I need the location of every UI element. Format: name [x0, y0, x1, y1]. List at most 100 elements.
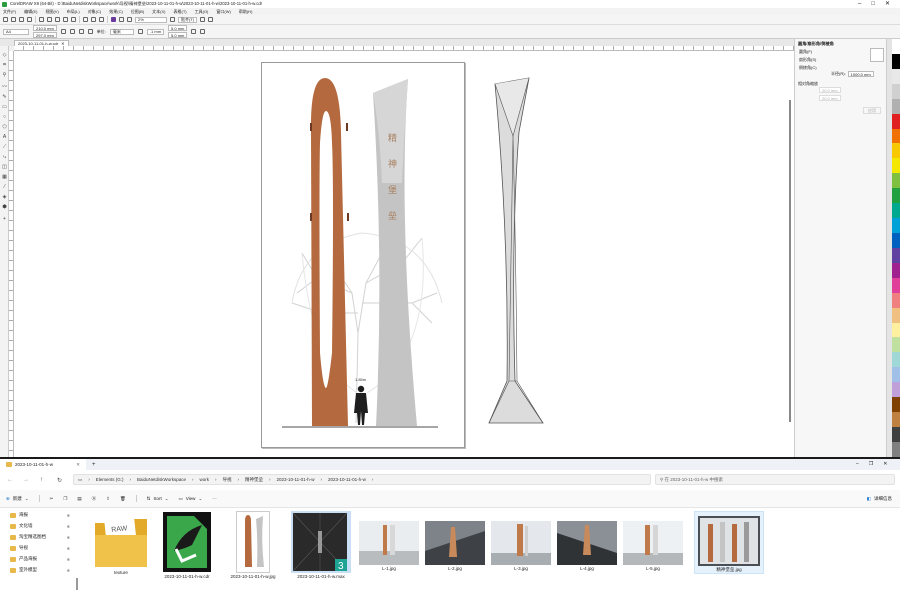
- nudge-field[interactable]: .1 mm: [146, 28, 165, 35]
- color-swatch[interactable]: [892, 307, 900, 323]
- sidebar-item-signage[interactable]: 导视 ✱: [10, 545, 74, 551]
- maximize-icon[interactable]: □: [871, 0, 875, 8]
- forward-arrow-icon[interactable]: →: [23, 477, 29, 483]
- breadcrumb-drive[interactable]: Elements (G:): [96, 477, 124, 482]
- close-tab-icon[interactable]: ✕: [76, 462, 80, 468]
- corner-field-2[interactable]: 20.0 mm: [819, 95, 841, 101]
- menu-object[interactable]: 对象(C): [88, 9, 102, 15]
- breadcrumb-signage[interactable]: 导视: [223, 477, 232, 483]
- paste-icon[interactable]: [55, 17, 60, 22]
- corel-connect-icon[interactable]: [111, 17, 116, 22]
- color-swatch[interactable]: [892, 203, 900, 219]
- menu-view[interactable]: 视图(V): [45, 9, 58, 15]
- sidebar-item-culture-wall[interactable]: 文化墙 ✱: [10, 523, 74, 529]
- view-button[interactable]: ▭ View ⌄: [178, 496, 202, 502]
- color-swatch[interactable]: [892, 173, 900, 189]
- breadcrumb-workspace[interactable]: BaiduNetdiskWorkspace: [137, 477, 186, 482]
- color-swatch[interactable]: [892, 218, 900, 233]
- color-swatch[interactable]: [892, 158, 900, 174]
- print-icon[interactable]: [27, 17, 32, 22]
- text-tool-icon[interactable]: A: [2, 135, 7, 140]
- treat-as-filled-icon[interactable]: [191, 29, 197, 34]
- color-swatch[interactable]: [892, 367, 900, 383]
- options-gear-icon[interactable]: [200, 17, 206, 22]
- scallop-radio[interactable]: 扇形角(S): [799, 57, 817, 63]
- connector-tool-icon[interactable]: ⤷: [2, 155, 7, 160]
- color-swatch[interactable]: [892, 352, 900, 368]
- close-icon[interactable]: ✕: [885, 0, 890, 8]
- sidebar-item-taobao[interactable]: 淘宝精选图档 ✱: [10, 534, 74, 540]
- freehand-tool-icon[interactable]: 〰: [2, 85, 7, 90]
- breadcrumb-current[interactable]: 2023-10-11-01-h-w: [328, 477, 366, 482]
- color-swatch[interactable]: [892, 128, 900, 144]
- color-swatch[interactable]: [892, 412, 900, 427]
- menu-effects[interactable]: 效果(C): [109, 9, 123, 15]
- page-size-dropdown[interactable]: A4: [3, 28, 29, 35]
- cut-icon[interactable]: ✂: [50, 496, 54, 502]
- radius-field[interactable]: 1000.0 mm: [847, 71, 874, 77]
- color-palette[interactable]: [892, 39, 900, 457]
- rename-icon[interactable]: Ⓐ: [92, 496, 97, 502]
- sidebar-item-product-posters[interactable]: 产品海报 ✱: [10, 556, 74, 562]
- landscape-icon[interactable]: [69, 29, 75, 34]
- sidebar-scrollbar[interactable]: [76, 578, 78, 590]
- file-item-render-2[interactable]: L-2.jpg: [422, 511, 488, 571]
- save-icon[interactable]: [19, 17, 24, 22]
- copy-icon[interactable]: ❐: [63, 496, 67, 502]
- rectangle-tool-icon[interactable]: ▭: [2, 105, 7, 110]
- current-page-icon[interactable]: [87, 29, 93, 34]
- file-item-max[interactable]: 3 2023-10-11-01-h-w.max: [288, 511, 354, 579]
- color-swatch[interactable]: [892, 277, 900, 293]
- all-pages-icon[interactable]: [78, 29, 84, 34]
- zoom-tool-icon[interactable]: ⚲: [2, 73, 7, 78]
- menu-edit[interactable]: 编辑(E): [24, 9, 37, 15]
- drop-shadow-icon[interactable]: ◫: [2, 165, 7, 170]
- menu-text[interactable]: 文本(X): [152, 9, 165, 15]
- search-box[interactable]: ⚲ 在 2023-10-11-01-h-w 中搜索: [655, 474, 895, 485]
- add-page-icon[interactable]: [200, 29, 206, 34]
- eyedropper-icon[interactable]: ⁄: [2, 185, 7, 190]
- sidebar-item-posters[interactable]: 海报 ✱: [10, 512, 74, 518]
- color-swatch[interactable]: [892, 143, 900, 159]
- rulers-icon[interactable]: [127, 17, 132, 22]
- search-content-icon[interactable]: [83, 17, 88, 22]
- file-item-render-3[interactable]: L-3.jpg: [488, 511, 554, 571]
- details-button[interactable]: ◧ 详细信息: [867, 496, 892, 502]
- color-swatch[interactable]: [892, 247, 900, 263]
- interactive-fill-icon[interactable]: ◈: [2, 195, 7, 200]
- color-swatch[interactable]: [892, 98, 900, 114]
- menu-window[interactable]: 窗口(W): [216, 9, 230, 15]
- address-bar[interactable]: ▭ › Elements (G:) › BaiduNetdiskWorkspace…: [73, 474, 651, 485]
- menu-tools[interactable]: 工具(O): [195, 9, 209, 15]
- color-swatch[interactable]: [892, 262, 900, 278]
- menu-table[interactable]: 表格(T): [174, 9, 187, 15]
- color-swatch[interactable]: [892, 188, 900, 204]
- file-item-render-1[interactable]: L-1.jpg: [356, 511, 422, 571]
- file-item-render-5[interactable]: L-5.jpg: [620, 511, 686, 571]
- minimize-icon[interactable]: –: [858, 0, 861, 8]
- copy-icon[interactable]: [47, 17, 52, 22]
- polygon-tool-icon[interactable]: ⬠: [2, 125, 7, 130]
- new-tab-icon[interactable]: +: [92, 462, 96, 468]
- canvas-scrollbar[interactable]: [789, 100, 791, 422]
- color-swatch[interactable]: [892, 426, 900, 442]
- color-swatch[interactable]: [892, 83, 900, 99]
- breadcrumb-monument[interactable]: 精神堡垒: [245, 477, 263, 483]
- transparency-icon[interactable]: ▦: [2, 175, 7, 180]
- zoom-level-dropdown[interactable]: 2%: [135, 16, 167, 23]
- shape-tool-icon[interactable]: ◇: [2, 53, 7, 58]
- import-icon[interactable]: [91, 17, 96, 22]
- color-swatch[interactable]: [892, 68, 900, 84]
- color-swatch[interactable]: [892, 113, 900, 129]
- parallel-dimension-icon[interactable]: ⟋: [2, 145, 7, 150]
- new-button[interactable]: ⊕ 新建 ⌄: [6, 496, 29, 502]
- back-arrow-icon[interactable]: ←: [7, 477, 13, 483]
- breadcrumb-work[interactable]: work: [199, 477, 209, 482]
- full-screen-icon[interactable]: [119, 17, 124, 22]
- corner-field-1[interactable]: 20.0 mm: [819, 87, 841, 93]
- share-icon[interactable]: ⇪: [106, 496, 110, 502]
- export-icon[interactable]: [99, 17, 104, 22]
- open-folder-icon[interactable]: [11, 17, 16, 22]
- menu-bitmaps[interactable]: 位图(B): [131, 9, 144, 15]
- breadcrumb-project[interactable]: 2023-10-11-01-h-w: [277, 477, 315, 482]
